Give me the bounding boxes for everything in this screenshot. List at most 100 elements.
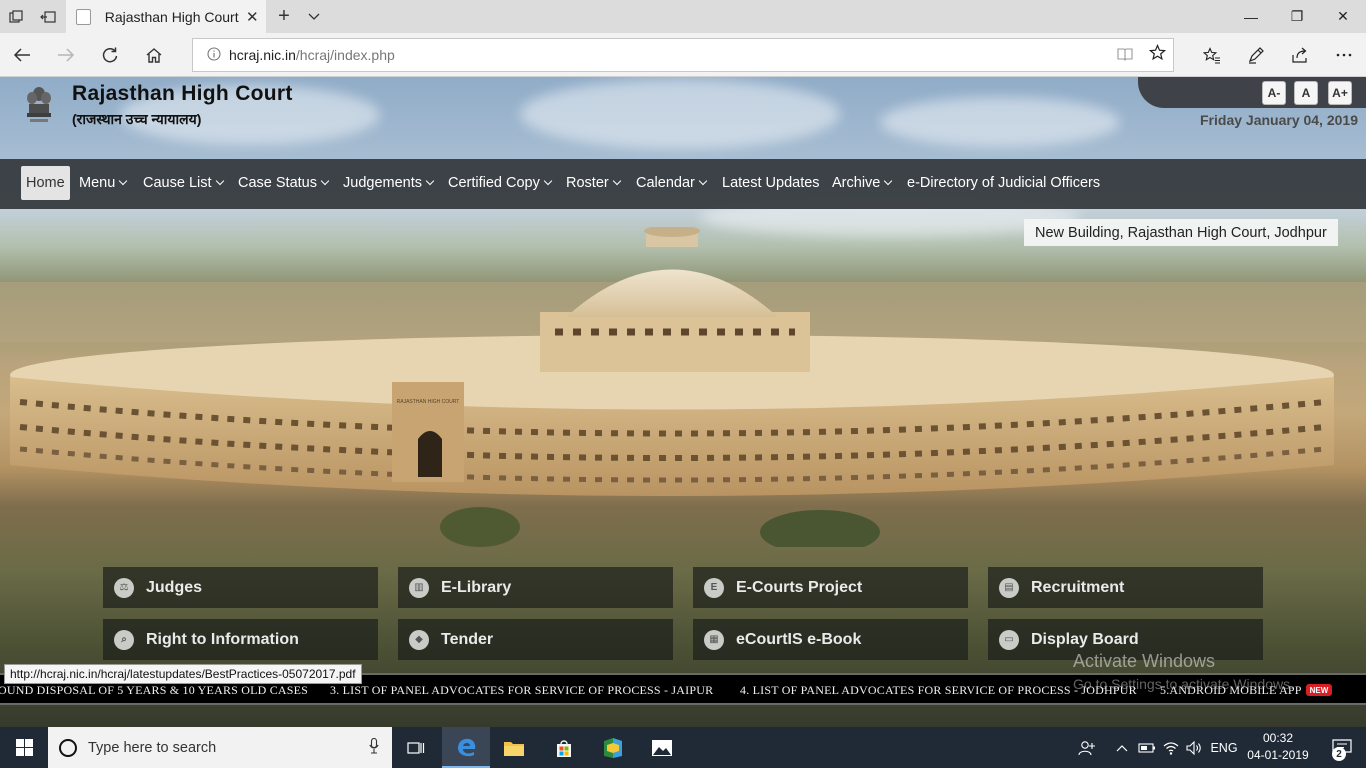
tab-close-icon[interactable]: ✕ bbox=[239, 8, 266, 26]
nav-label: Home bbox=[26, 175, 65, 191]
taskbar-search[interactable]: Type here to search bbox=[48, 727, 392, 768]
chevron-down-icon bbox=[425, 176, 435, 186]
forward-button[interactable] bbox=[44, 39, 88, 71]
close-window-button[interactable]: ✕ bbox=[1320, 0, 1366, 33]
url-path: /hcraj/index.php bbox=[295, 47, 395, 63]
tab-active[interactable]: Rajasthan High Court ✕ bbox=[66, 0, 266, 33]
set-aside-tabs-icon[interactable] bbox=[32, 0, 64, 33]
font-normal-button[interactable]: A bbox=[1294, 81, 1318, 105]
activate-windows-subtitle: Go to Settings to activate Windows. bbox=[1073, 676, 1294, 692]
quick-link-ecourtis-ebook[interactable]: ▦ eCourtIS e-Book bbox=[693, 619, 968, 660]
nav-certified-copy[interactable]: Certified Copy bbox=[443, 166, 556, 200]
quick-link-judges[interactable]: ⚖ Judges bbox=[103, 567, 378, 608]
nav-calendar[interactable]: Calendar bbox=[631, 166, 711, 200]
favorite-star-icon[interactable] bbox=[1141, 43, 1173, 66]
microphone-icon[interactable] bbox=[356, 737, 392, 758]
nav-label: Certified Copy bbox=[448, 175, 540, 191]
quick-link-e-library[interactable]: ▥ E-Library bbox=[398, 567, 673, 608]
nav-label: Judgements bbox=[343, 175, 422, 191]
nav-latest-updates[interactable]: Latest Updates bbox=[717, 166, 825, 200]
site-header: Rajasthan High Court (राजस्थान उच्च न्या… bbox=[0, 77, 1366, 159]
browser-address-bar: hcraj.nic.in/hcraj/index.php bbox=[0, 33, 1366, 77]
url-text: hcraj.nic.in/hcraj/index.php bbox=[229, 47, 1109, 63]
photos-app-icon[interactable] bbox=[638, 727, 686, 768]
new-badge: NEW bbox=[1306, 684, 1332, 696]
tray-chevron-up-icon[interactable] bbox=[1112, 727, 1132, 768]
people-icon[interactable] bbox=[1072, 727, 1102, 768]
font-size-panel: A- A A+ bbox=[1138, 77, 1366, 108]
windows-logo-icon bbox=[15, 739, 33, 756]
font-increase-button[interactable]: A+ bbox=[1328, 81, 1352, 105]
chevron-down-icon bbox=[119, 176, 128, 186]
minimize-button[interactable]: — bbox=[1228, 0, 1274, 33]
favorites-hub-icon[interactable] bbox=[1190, 39, 1234, 71]
nav-roster[interactable]: Roster bbox=[561, 166, 625, 200]
input-language[interactable]: ENG bbox=[1208, 727, 1240, 768]
file-explorer-icon[interactable] bbox=[490, 727, 538, 768]
edge-browser-icon[interactable] bbox=[442, 727, 490, 768]
back-button[interactable] bbox=[0, 39, 44, 71]
nav-archive[interactable]: Archive bbox=[827, 166, 896, 200]
main-navigation: Home Menu Cause List Case Status Judgeme… bbox=[0, 159, 1366, 209]
nav-label: Case Status bbox=[238, 175, 317, 191]
maps-app-icon[interactable] bbox=[589, 727, 637, 768]
chevron-down-icon bbox=[543, 176, 553, 186]
font-decrease-button[interactable]: A- bbox=[1262, 81, 1286, 105]
notification-count: 2 bbox=[1332, 747, 1346, 761]
display-board-icon: ▭ bbox=[999, 629, 1019, 650]
ecourts-icon: E bbox=[704, 577, 724, 598]
quick-link-label: Tender bbox=[441, 630, 494, 648]
share-icon[interactable] bbox=[1278, 39, 1322, 71]
library-icon: ▥ bbox=[409, 577, 429, 598]
refresh-button[interactable] bbox=[88, 39, 132, 71]
restore-button[interactable]: ❐ bbox=[1274, 0, 1320, 33]
quick-link-label: Display Board bbox=[1031, 630, 1139, 648]
nav-label: Latest Updates bbox=[722, 175, 820, 191]
tab-preview-chevron-icon[interactable] bbox=[300, 0, 328, 33]
nav-judgements[interactable]: Judgements bbox=[338, 166, 438, 200]
nav-label: Roster bbox=[566, 175, 609, 191]
taskbar-clock[interactable]: 00:32 04-01-2019 bbox=[1246, 730, 1310, 764]
wifi-icon[interactable] bbox=[1160, 727, 1182, 768]
nav-case-status[interactable]: Case Status bbox=[233, 166, 333, 200]
nav-menu[interactable]: Menu bbox=[74, 166, 131, 200]
nav-cause-list[interactable]: Cause List bbox=[138, 166, 228, 200]
nav-label: Menu bbox=[79, 175, 116, 191]
site-subtitle: (राजस्थान उच्च न्यायालय) bbox=[72, 111, 202, 127]
clock-date: 04-01-2019 bbox=[1247, 748, 1309, 762]
quick-link-label: eCourtIS e-Book bbox=[736, 630, 862, 648]
site-info-icon[interactable] bbox=[199, 46, 229, 64]
tab-actions-icon[interactable] bbox=[0, 0, 32, 33]
home-button[interactable] bbox=[132, 39, 176, 71]
url-field[interactable]: hcraj.nic.in/hcraj/index.php bbox=[192, 38, 1174, 72]
quick-link-label: E-Courts Project bbox=[736, 578, 863, 596]
start-button[interactable] bbox=[0, 727, 48, 768]
volume-icon[interactable] bbox=[1184, 727, 1206, 768]
national-emblem-icon bbox=[24, 85, 54, 127]
cortana-icon bbox=[59, 738, 77, 757]
nav-e-directory[interactable]: e-Directory of Judicial Officers bbox=[902, 166, 1105, 200]
nav-home[interactable]: Home bbox=[21, 166, 70, 200]
new-tab-button[interactable]: + bbox=[270, 0, 298, 33]
building-sign: RAJASTHAN HIGH COURT bbox=[397, 399, 460, 405]
tab-title: Rajasthan High Court bbox=[104, 8, 239, 25]
task-view-icon[interactable] bbox=[392, 727, 440, 768]
quick-link-label: Recruitment bbox=[1031, 578, 1125, 596]
activate-windows-title: Activate Windows bbox=[1073, 651, 1216, 671]
reading-view-icon[interactable] bbox=[1109, 47, 1141, 64]
web-note-pen-icon[interactable] bbox=[1234, 39, 1278, 71]
ticker-item[interactable]: 3. LIST OF PANEL ADVOCATES FOR SERVICE O… bbox=[330, 683, 713, 698]
quick-link-right-to-information[interactable]: ⌕ Right to Information bbox=[103, 619, 378, 660]
ticker-item[interactable]: OUND DISPOSAL OF 5 YEARS & 10 YEARS OLD … bbox=[0, 683, 308, 698]
current-date: Friday January 04, 2019 bbox=[1200, 112, 1358, 128]
store-icon[interactable] bbox=[540, 727, 588, 768]
favicon-icon bbox=[76, 8, 91, 25]
quick-link-e-courts-project[interactable]: E E-Courts Project bbox=[693, 567, 968, 608]
chevron-down-icon bbox=[612, 176, 621, 186]
quick-link-recruitment[interactable]: ▤ Recruitment bbox=[988, 567, 1263, 608]
more-options-icon[interactable] bbox=[1322, 39, 1366, 71]
battery-icon[interactable] bbox=[1136, 727, 1158, 768]
rti-search-icon: ⌕ bbox=[114, 629, 134, 650]
quick-link-tender[interactable]: ◆ Tender bbox=[398, 619, 673, 660]
web-page: Rajasthan High Court (राजस्थान उच्च न्या… bbox=[0, 77, 1366, 727]
